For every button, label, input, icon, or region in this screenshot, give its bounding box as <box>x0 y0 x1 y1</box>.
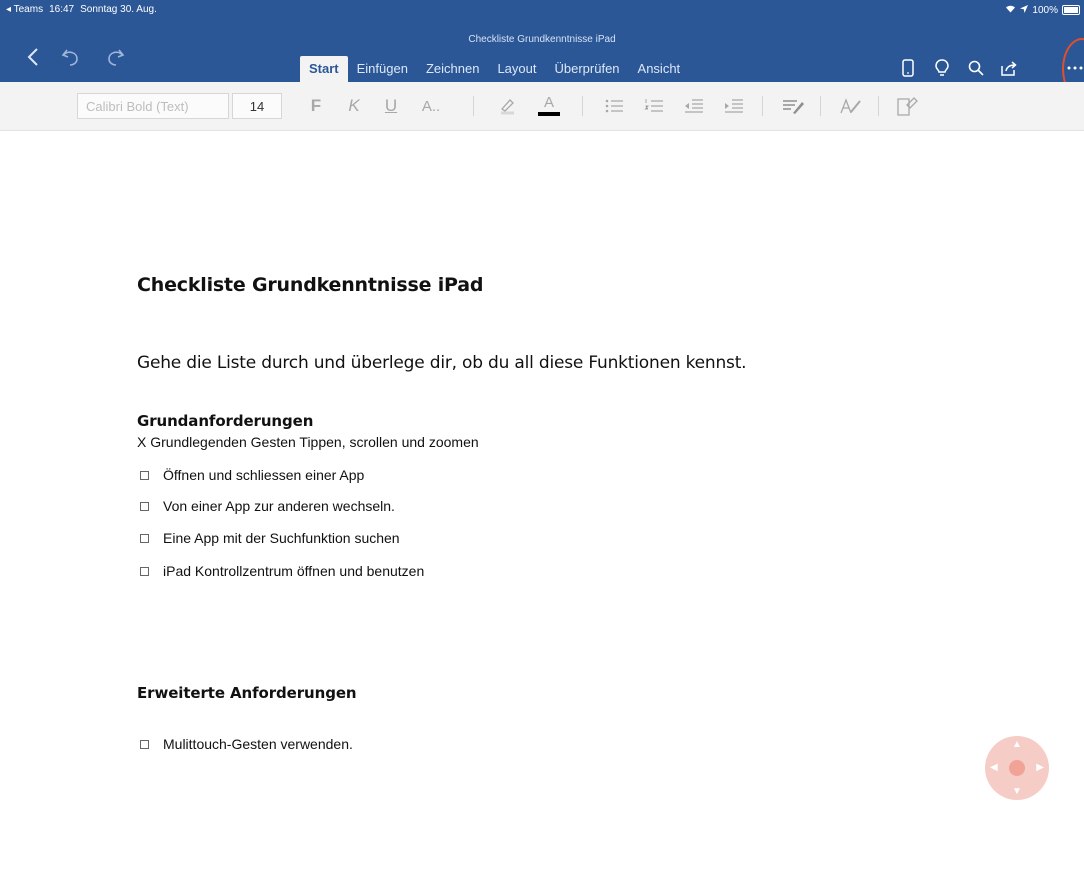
divider <box>820 96 821 116</box>
checkbox-icon[interactable] <box>140 533 149 543</box>
joystick-center-icon <box>1009 760 1025 776</box>
checklist-item: Mulittouch-Gesten verwenden. <box>137 736 353 752</box>
document-title: Checkliste Grundkenntnisse iPad <box>468 34 616 45</box>
checkbox-icon[interactable] <box>140 566 149 576</box>
bullet-list-icon[interactable] <box>600 94 628 118</box>
format-toolbar: Calibri Bold (Text) 14 F K U A.. A <box>0 82 1084 131</box>
arrow-up-icon: ▲ <box>1012 739 1022 750</box>
checklist-item-label: Von einer App zur anderen wechseln. <box>163 498 395 514</box>
font-size-field[interactable]: 14 <box>232 93 282 119</box>
paragraph-styles-icon[interactable] <box>778 94 808 118</box>
bold-button[interactable]: F <box>306 94 326 118</box>
font-color-label: A <box>543 94 554 111</box>
arrow-right-icon: ▶ <box>1036 762 1044 773</box>
checklist-item: Eine App mit der Suchfunktion suchen <box>137 530 400 546</box>
location-icon <box>1020 4 1029 16</box>
arrow-down-icon: ▼ <box>1012 786 1022 797</box>
document-heading: Checkliste Grundkenntnisse iPad <box>137 274 484 296</box>
status-date: Sonntag 30. Aug. <box>80 4 157 15</box>
checklist-item-label: Öffnen und schliessen einer App <box>163 467 365 483</box>
status-time: 16:47 <box>49 4 75 15</box>
increase-indent-icon[interactable] <box>720 94 748 118</box>
underline-button[interactable]: U <box>381 94 401 118</box>
share-icon[interactable] <box>997 56 1021 80</box>
italic-button[interactable]: K <box>344 94 364 118</box>
search-icon[interactable] <box>964 56 988 80</box>
lightbulb-icon[interactable] <box>930 56 954 80</box>
clear-formatting-icon[interactable] <box>892 94 922 118</box>
font-name-field[interactable]: Calibri Bold (Text) <box>77 93 229 119</box>
divider <box>473 96 474 116</box>
document-page[interactable]: Checkliste Grundkenntnisse iPad Gehe die… <box>0 131 1084 882</box>
checkbox-icon[interactable] <box>140 739 149 749</box>
decrease-indent-icon[interactable] <box>680 94 708 118</box>
highlighter-icon[interactable] <box>492 94 522 118</box>
back-to-app-link[interactable]: ◂ Teams <box>6 4 43 15</box>
title-bar: ◂ Teams 16:47 Sonntag 30. Aug. 100% Chec… <box>0 0 1084 100</box>
checklist-item-label: iPad Kontrollzentrum öffnen und benutzen <box>163 563 425 579</box>
checkbox-icon[interactable] <box>140 501 149 511</box>
intro-paragraph: Gehe die Liste durch und überlege dir, o… <box>137 353 747 373</box>
battery-icon <box>1062 5 1080 15</box>
checklist-item: iPad Kontrollzentrum öffnen und benutzen <box>137 563 424 579</box>
divider <box>582 96 583 116</box>
section-heading: Grundanforderungen <box>137 412 314 430</box>
status-bar: ◂ Teams 16:47 Sonntag 30. Aug. 100% <box>0 0 1084 22</box>
divider <box>762 96 763 116</box>
numbered-list-icon[interactable] <box>640 94 668 118</box>
battery-percent: 100% <box>1032 4 1058 16</box>
checklist-item-label: Mulittouch-Gesten verwenden. <box>163 736 353 752</box>
section-heading: Erweiterte Anforderungen <box>137 684 357 702</box>
font-color-swatch <box>538 112 560 116</box>
checklist-item-label: Eine App mit der Suchfunktion suchen <box>163 530 400 546</box>
paragraph-line: X Grundlegenden Gesten Tippen, scrollen … <box>137 434 479 450</box>
font-options-button[interactable]: A.. <box>416 94 446 118</box>
checklist-item: Öffnen und schliessen einer App <box>137 467 364 483</box>
styles-icon[interactable] <box>836 94 866 118</box>
wifi-icon <box>1005 4 1016 16</box>
checkbox-icon[interactable] <box>140 470 149 480</box>
arrow-left-icon: ◀ <box>990 762 998 773</box>
font-color-button[interactable]: A <box>534 94 564 118</box>
checklist-item: Von einer App zur anderen wechseln. <box>137 498 395 514</box>
navigation-joystick-button[interactable]: ▲ ▼ ◀ ▶ <box>985 736 1049 800</box>
divider <box>878 96 879 116</box>
mobile-view-icon[interactable] <box>896 56 920 80</box>
